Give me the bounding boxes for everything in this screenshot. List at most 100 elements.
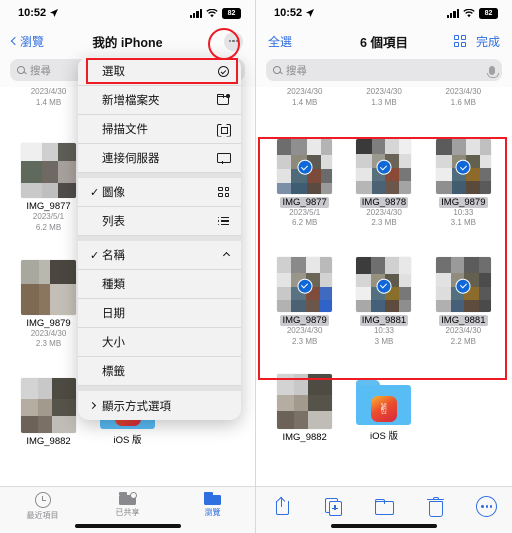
server-icon xyxy=(213,152,231,164)
file-date: 2023/4/30 xyxy=(445,326,482,336)
folder-item[interactable]: ✌ iOS 版 xyxy=(344,368,423,443)
right-phone-panel: 10:52 82 全選 6 個項目 完成 搜尋 2023/4/30 1.4 MB… xyxy=(256,0,512,533)
file-item-selected[interactable]: IMG_9879 2023/4/30 2.3 MB xyxy=(265,251,344,348)
menu-item-sort-size[interactable]: 大小 xyxy=(78,328,241,357)
trash-icon[interactable] xyxy=(425,496,447,518)
select-all-button[interactable]: 全選 xyxy=(268,33,292,50)
home-indicator xyxy=(331,524,437,528)
menu-item-new-folder[interactable]: 新增檔案夾 xyxy=(78,86,241,115)
file-thumbnail[interactable] xyxy=(277,138,333,194)
menu-label: 掃描文件 xyxy=(102,124,148,136)
file-thumbnail[interactable] xyxy=(21,378,76,434)
grid-view-icon[interactable] xyxy=(453,35,466,47)
new-folder-icon xyxy=(213,93,230,105)
home-indicator xyxy=(74,524,181,528)
menu-label: 列表 xyxy=(102,216,125,228)
share-icon[interactable] xyxy=(271,496,293,518)
menu-label: 圖像 xyxy=(102,187,125,199)
folder-icon: ✌ xyxy=(356,379,412,425)
wifi-icon xyxy=(206,8,218,17)
file-item-selected[interactable]: IMG_9879 10:33 3.1 MB xyxy=(424,133,503,230)
tab-browse[interactable]: 瀏覽 xyxy=(183,492,243,518)
menu-item-list-view[interactable]: 列表 xyxy=(78,207,241,236)
duplicate-icon[interactable] xyxy=(322,496,344,518)
status-time: 10:52 xyxy=(18,7,47,19)
scan-document-icon xyxy=(213,124,229,135)
done-button[interactable]: 完成 xyxy=(476,33,500,50)
file-name: IMG_9881 xyxy=(359,315,409,327)
file-item-selected[interactable]: IMG_9878 2023/4/30 2.3 MB xyxy=(344,133,423,230)
menu-item-icon-view[interactable]: ✓ 圖像 xyxy=(78,178,241,207)
browse-folder-icon xyxy=(204,492,221,505)
file-size: 1.3 MB xyxy=(371,97,397,107)
menu-item-sort-date[interactable]: 日期 xyxy=(78,299,241,328)
file-size: 2.3 MB xyxy=(371,218,397,228)
file-thumbnail[interactable] xyxy=(21,259,76,315)
file-thumbnail[interactable] xyxy=(21,143,76,198)
file-item[interactable]: 2023/4/30 1.3 MB xyxy=(344,87,423,109)
file-item-selected[interactable]: IMG_9877 2023/5/1 6.2 MB xyxy=(265,133,344,230)
tab-shared[interactable]: 已共享 xyxy=(98,492,158,518)
menu-label: 連接伺服器 xyxy=(102,153,160,165)
file-thumbnail[interactable] xyxy=(356,257,412,313)
status-right-group: 82 xyxy=(446,7,498,19)
file-thumbnail[interactable] xyxy=(435,138,491,194)
menu-label: 大小 xyxy=(102,337,125,349)
menu-item-scan-document[interactable]: 掃描文件 xyxy=(78,115,241,144)
file-size: 1.4 MB xyxy=(291,97,318,107)
menu-label: 種類 xyxy=(102,279,125,291)
file-item[interactable]: IMG_9879 2023/4/30 2.3 MB xyxy=(9,254,88,351)
selection-checkmark-icon xyxy=(455,159,471,175)
file-name: IMG_9881 xyxy=(439,315,488,327)
shared-folder-icon xyxy=(119,492,137,505)
file-date: 2023/4/30 xyxy=(286,87,323,96)
more-circle-icon[interactable] xyxy=(476,496,498,517)
file-item[interactable]: 2023/4/30 1.4 MB xyxy=(265,87,344,109)
file-item[interactable]: IMG_9882 xyxy=(9,372,88,447)
menu-item-view-options[interactable]: 顯示方式選項 xyxy=(78,391,241,420)
file-size: 3.1 MB xyxy=(450,218,476,228)
nav-bar-right: 全選 6 個項目 完成 xyxy=(256,26,512,56)
chevron-up-icon xyxy=(213,251,231,259)
search-input[interactable]: 搜尋 xyxy=(266,59,502,81)
menu-item-sort-kind[interactable]: 種類 xyxy=(78,270,241,299)
context-menu: 選取 新增檔案夾 掃描文件 連接伺服器 ✓ 圖像 列表 ✓ 名稱 種類 日期 大… xyxy=(78,57,241,420)
top-partial-row: 2023/4/30 1.4 MB 2023/4/30 1.3 MB 2023/4… xyxy=(256,87,512,109)
file-size: 6.2 MB xyxy=(291,218,318,228)
file-thumbnail[interactable] xyxy=(356,138,412,194)
file-item-selected[interactable]: IMG_9881 10:33 3 MB xyxy=(344,251,423,348)
back-button[interactable]: 瀏覽 xyxy=(10,33,44,50)
selection-checkmark-icon xyxy=(376,159,392,175)
menu-item-select[interactable]: 選取 xyxy=(78,57,241,86)
tab-recents[interactable]: 最近項目 xyxy=(13,492,73,521)
file-item[interactable]: IMG_9877 2023/5/1 6.2 MB xyxy=(9,137,88,234)
menu-check: ✓ xyxy=(90,249,100,262)
selection-checkmark-icon xyxy=(376,278,392,294)
status-left-group: 10:52 xyxy=(18,7,59,19)
file-name: IMG_9878 xyxy=(359,196,409,208)
menu-item-sort-name[interactable]: ✓ 名稱 xyxy=(78,241,241,270)
microphone-icon[interactable] xyxy=(487,65,499,78)
menu-label: 新增檔案夾 xyxy=(102,95,160,107)
menu-item-sort-tags[interactable]: 標籤 xyxy=(78,357,241,386)
menu-item-connect-server[interactable]: 連接伺服器 xyxy=(78,144,241,173)
file-browser-right: 2023/4/30 1.4 MB 2023/4/30 1.3 MB 2023/4… xyxy=(256,87,512,497)
menu-check: ✓ xyxy=(90,186,100,199)
cellular-bars-icon xyxy=(189,8,202,18)
file-grid-spacer xyxy=(424,368,503,443)
ellipsis-circle-icon[interactable] xyxy=(224,31,243,51)
file-thumbnail[interactable] xyxy=(277,373,333,429)
file-item[interactable]: 2023/4/30 1.6 MB xyxy=(424,87,503,109)
file-date: 2023/4/30 xyxy=(366,87,402,96)
file-item[interactable]: IMG_9882 xyxy=(265,368,344,443)
status-bar-right: 10:52 82 xyxy=(256,0,512,26)
file-thumbnail[interactable] xyxy=(435,257,491,313)
file-item[interactable]: 2023/4/30 1.4 MB xyxy=(9,87,88,115)
file-date: 2023/4/30 xyxy=(286,326,323,336)
folder-name: iOS 版 xyxy=(113,435,142,447)
move-to-folder-icon[interactable] xyxy=(373,496,395,518)
status-bar-left: 10:52 82 xyxy=(0,0,255,26)
battery-indicator: 82 xyxy=(479,7,498,19)
file-thumbnail[interactable] xyxy=(277,257,333,313)
file-item-selected[interactable]: IMG_9881 2023/4/30 2.2 MB xyxy=(424,251,503,348)
